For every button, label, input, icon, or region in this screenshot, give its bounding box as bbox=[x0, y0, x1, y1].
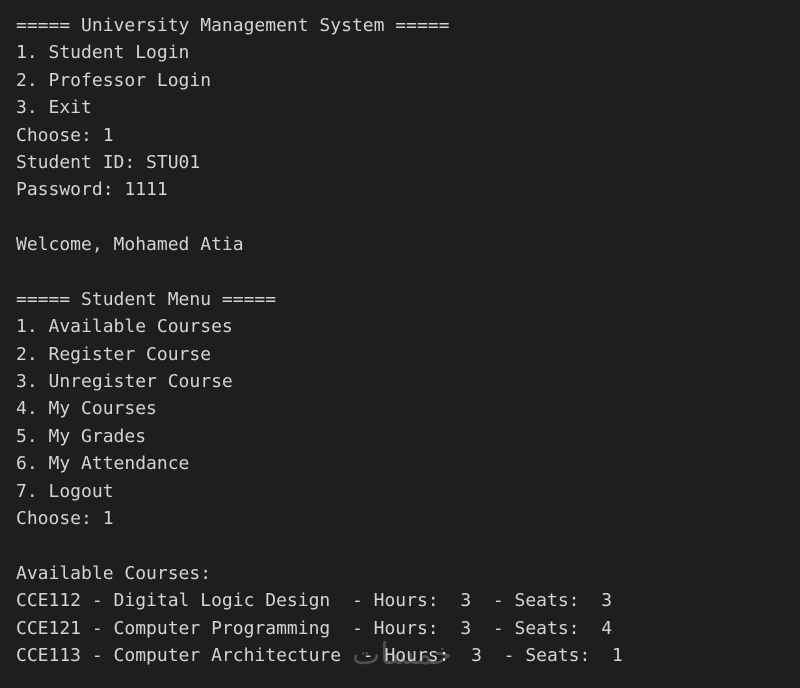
course-row: CCE113 - Computer Architecture - Hours: … bbox=[16, 644, 623, 666]
choose-prompt: Choose: 1 bbox=[16, 508, 114, 530]
menu-option-unregister-course: 3. Unregister Course bbox=[16, 371, 233, 393]
student-menu-header: ===== Student Menu ===== bbox=[16, 288, 277, 310]
password-prompt: Password: 1111 bbox=[16, 179, 168, 201]
welcome-message: Welcome, Mohamed Atia bbox=[16, 234, 244, 256]
main-menu-header: ===== University Management System ===== bbox=[16, 15, 450, 36]
menu-option-exit: 3. Exit bbox=[16, 97, 92, 119]
menu-option-logout: 7. Logout bbox=[16, 480, 114, 502]
menu-option-register-course: 2. Register Course bbox=[16, 343, 212, 365]
course-row: CCE121 - Computer Programming - Hours: 3… bbox=[16, 617, 613, 639]
menu-option-my-grades: 5. My Grades bbox=[16, 425, 147, 447]
student-id-prompt: Student ID: STU01 bbox=[16, 151, 201, 173]
available-courses-heading: Available Courses: bbox=[16, 562, 212, 584]
terminal-output[interactable]: ===== University Management System =====… bbox=[0, 0, 800, 688]
course-row: CCE112 - Digital Logic Design - Hours: 3… bbox=[16, 590, 613, 612]
menu-option-my-courses: 4. My Courses bbox=[16, 398, 157, 420]
menu-option-available-courses: 1. Available Courses bbox=[16, 316, 233, 338]
menu-option-my-attendance: 6. My Attendance bbox=[16, 453, 190, 475]
menu-option-professor-login: 2. Professor Login bbox=[16, 69, 212, 91]
menu-option-student-login: 1. Student Login bbox=[16, 42, 190, 64]
choose-prompt: Choose: 1 bbox=[16, 124, 114, 146]
